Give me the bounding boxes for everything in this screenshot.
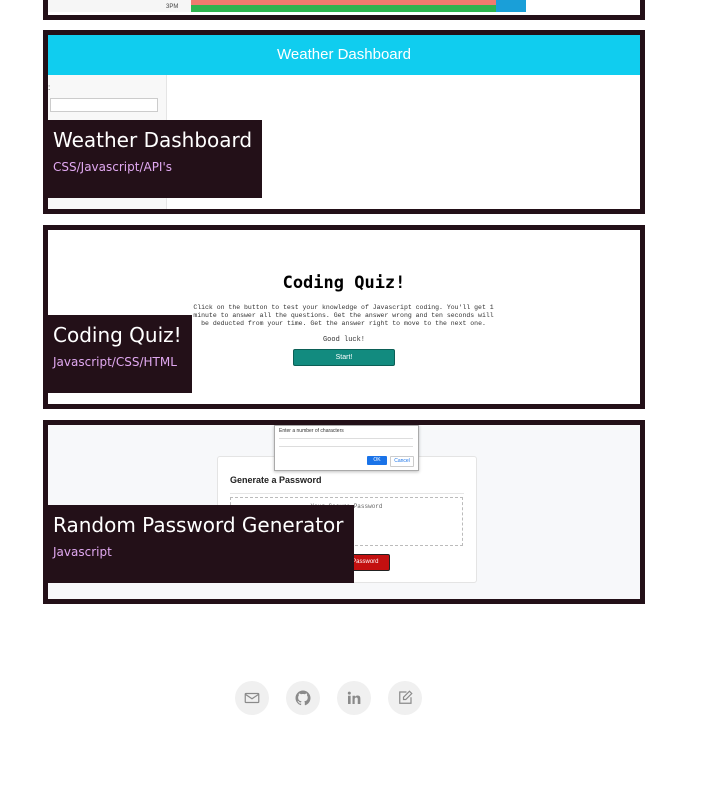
project-card-scheduler[interactable]: 3PM	[43, 0, 645, 20]
project-card-weather[interactable]: Weather Dashboard : Weather Dashboard CS…	[43, 30, 645, 214]
preview-future-row	[191, 5, 496, 12]
project-title[interactable]: Coding Quiz!	[53, 321, 182, 349]
project-title[interactable]: Weather Dashboard	[53, 126, 252, 154]
preview-ok-button: OK	[367, 456, 387, 465]
project-tech: CSS/Javascript/API's	[53, 160, 173, 174]
preview-search-input	[50, 98, 158, 112]
preview-time-label: 3PM	[166, 4, 179, 10]
project-label[interactable]: Weather Dashboard CSS/Javascript/API's	[48, 120, 263, 198]
github-icon[interactable]	[286, 681, 320, 715]
project-card-password[interactable]: Generate a Password Your Secure Password…	[43, 420, 645, 604]
preview-quiz-heading: Coding Quiz!	[282, 273, 406, 293]
project-tech: Javascript	[53, 545, 112, 559]
project-label[interactable]: Coding Quiz! Javascript/CSS/HTML	[48, 315, 192, 393]
preview-quiz-description: Click on the button to test your knowled…	[193, 304, 494, 327]
preview-prompt-dialog: Enter a number of characters OK Cancel	[274, 425, 419, 471]
project-label[interactable]: Random Password Generator Javascript	[48, 505, 354, 583]
preview-weather-header: Weather Dashboard	[48, 35, 640, 75]
preview-password-heading: Generate a Password	[230, 475, 322, 485]
project-tech: Javascript/CSS/HTML	[53, 355, 177, 369]
mail-icon[interactable]	[235, 681, 269, 715]
project-card-quiz[interactable]: Coding Quiz! Click on the button to test…	[43, 225, 645, 409]
project-title[interactable]: Random Password Generator	[53, 511, 344, 539]
preview-start-button: Start!	[293, 349, 395, 366]
resume-icon[interactable]	[388, 681, 422, 715]
preview-cancel-button: Cancel	[390, 456, 414, 467]
linkedin-icon[interactable]	[337, 681, 371, 715]
preview-save-block	[496, 0, 526, 12]
